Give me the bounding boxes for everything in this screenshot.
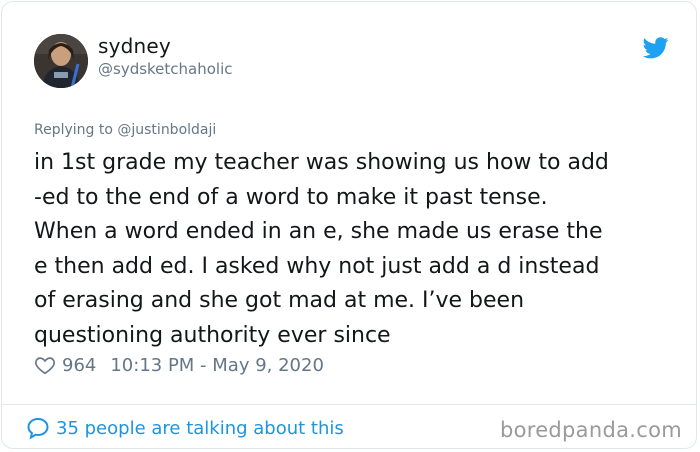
tweet-card: sydney @sydsketchaholic Replying to @jus… xyxy=(1,1,697,449)
twitter-bird-icon[interactable] xyxy=(643,37,669,59)
display-name[interactable]: sydney xyxy=(98,34,171,58)
like-count: 964 xyxy=(62,354,97,376)
replying-to[interactable]: Replying to @justinboldaji xyxy=(34,122,216,138)
conversation-label[interactable]: 35 people are talking about this xyxy=(56,418,344,439)
avatar-photo xyxy=(34,34,88,88)
watermark: boredpanda.com xyxy=(499,418,682,442)
divider xyxy=(2,404,696,405)
tweet-meta: 964 10:13 PM - May 9, 2020 xyxy=(34,352,324,378)
speech-bubble-icon xyxy=(27,417,49,440)
tweet-text: in 1st grade my teacher was showing us h… xyxy=(34,150,609,348)
user-handle[interactable]: @sydsketchaholic xyxy=(98,60,233,78)
tweet-timestamp[interactable]: 10:13 PM - May 9, 2020 xyxy=(110,355,324,376)
avatar[interactable] xyxy=(34,34,88,88)
heart-icon[interactable] xyxy=(34,354,56,376)
conversation-link[interactable]: 35 people are talking about this xyxy=(26,416,344,440)
